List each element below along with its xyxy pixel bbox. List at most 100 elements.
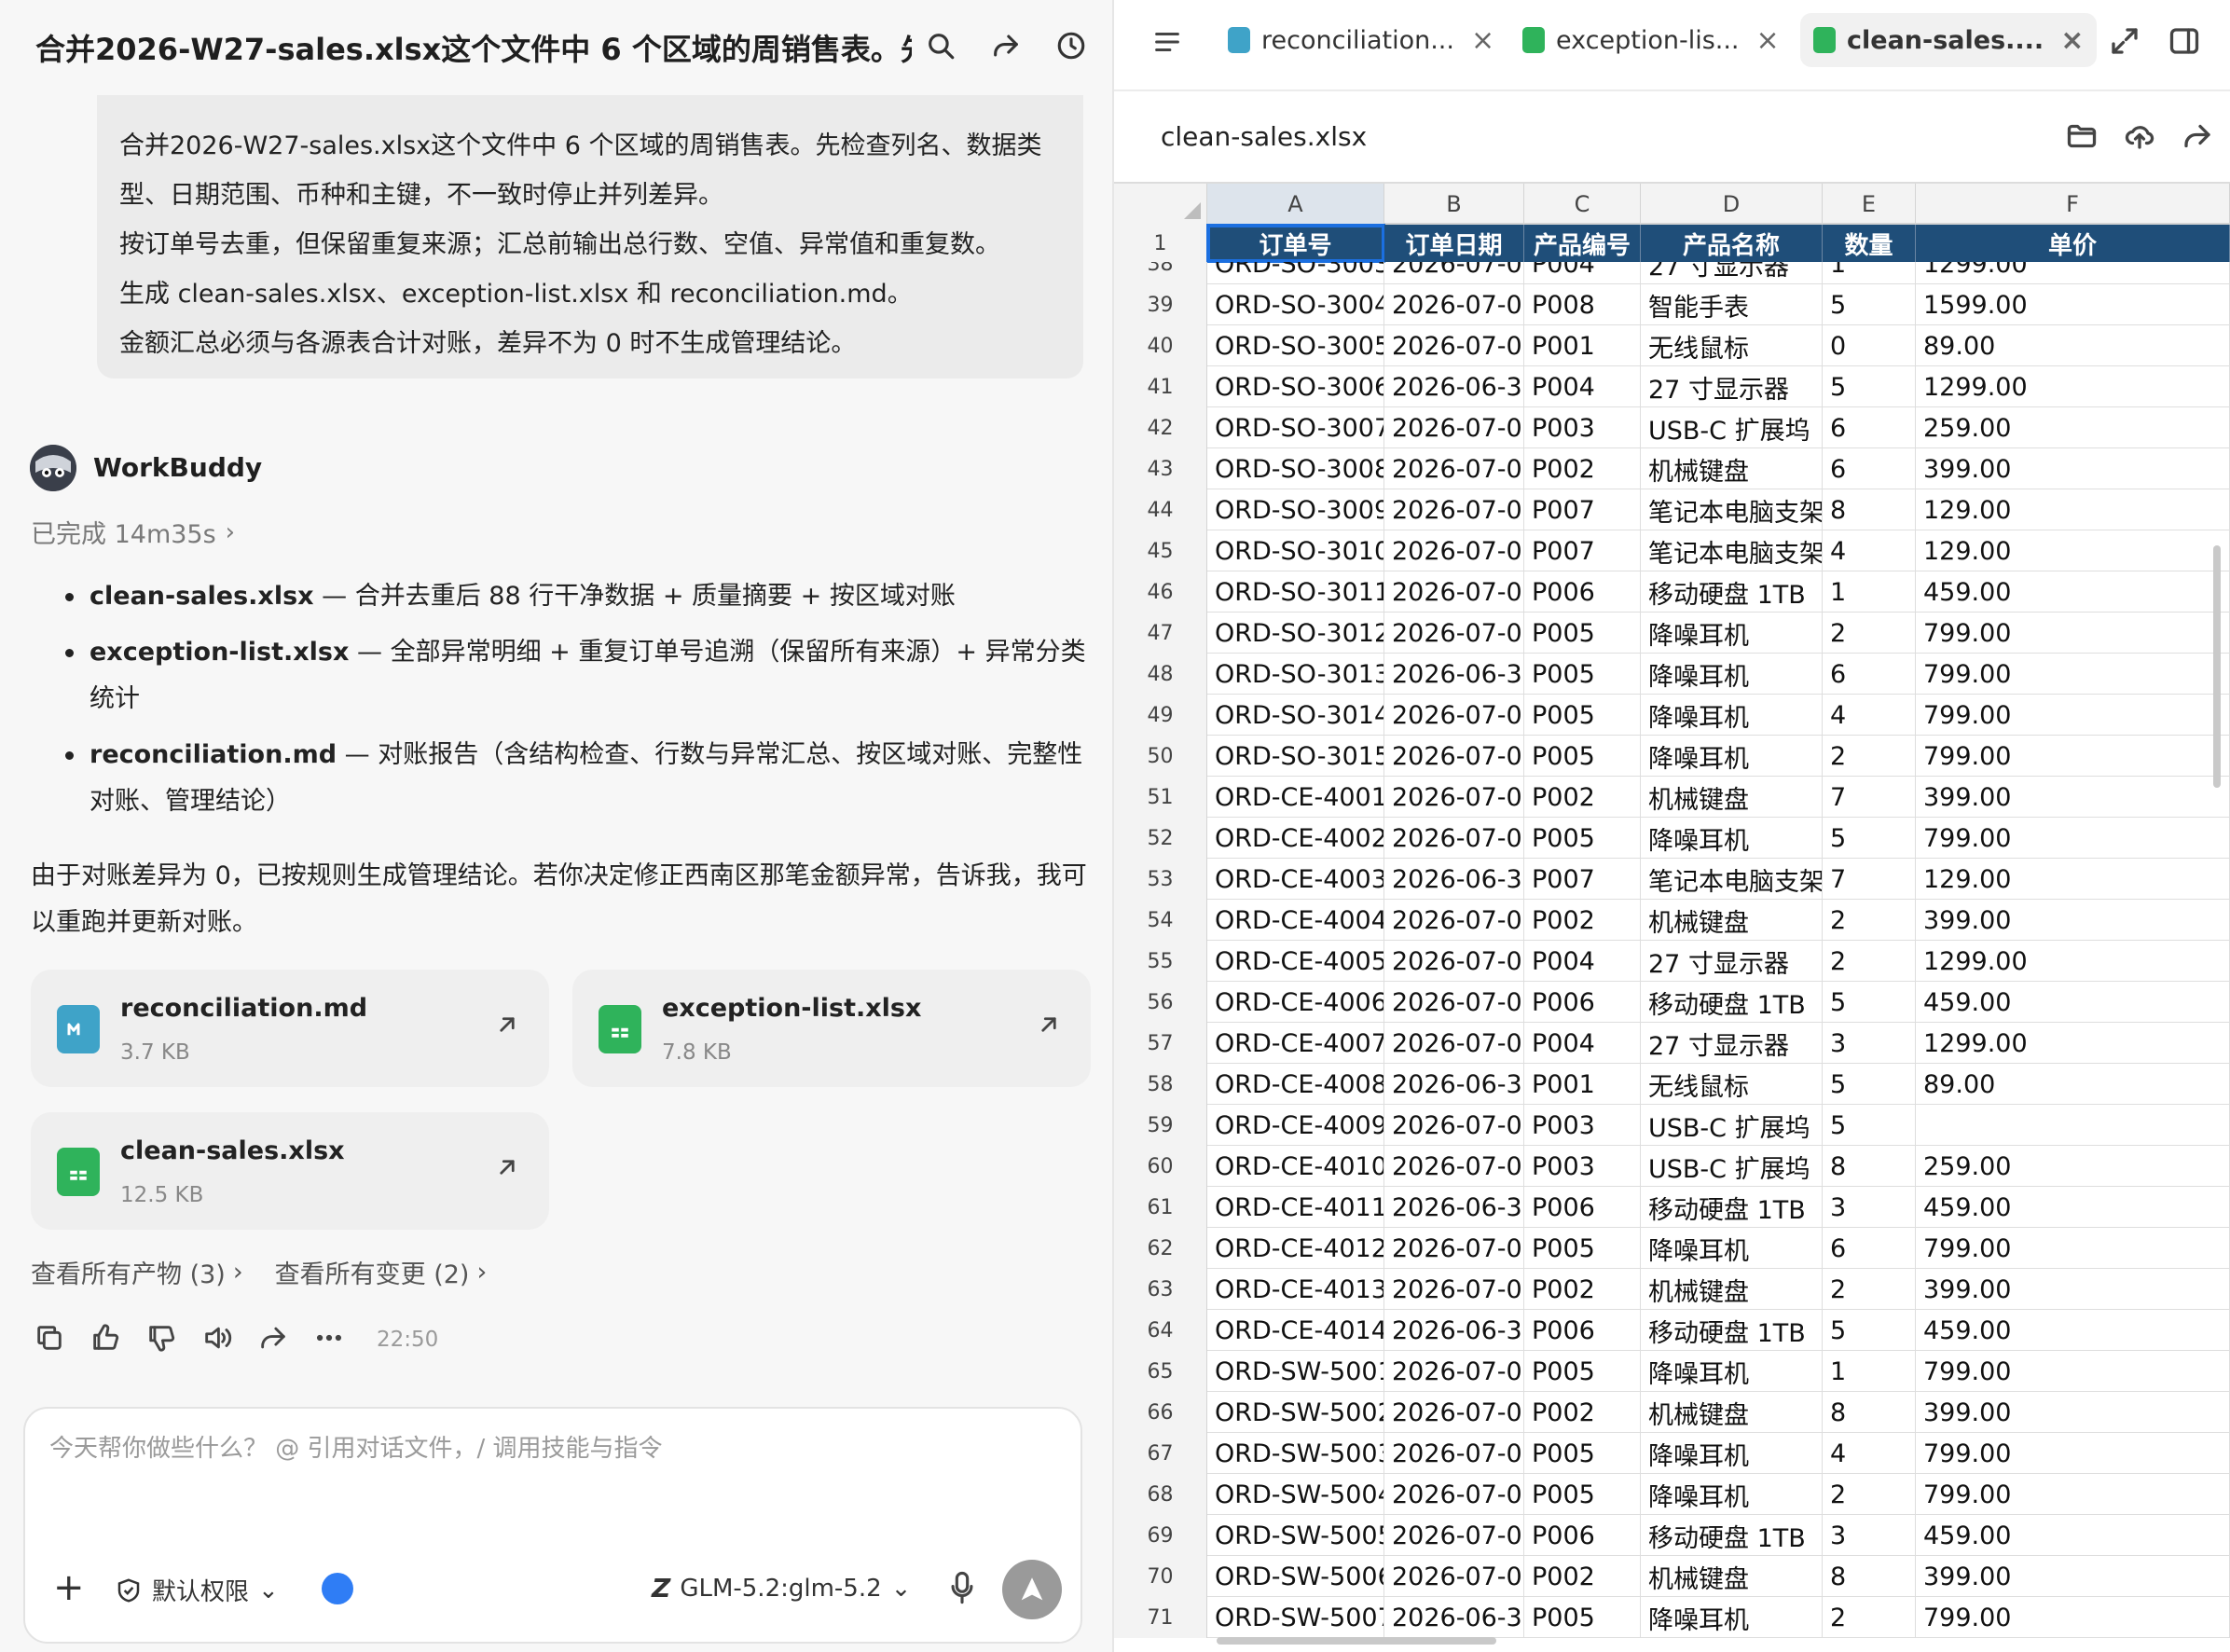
table-cell[interactable]: ORD-SW-5002 xyxy=(1207,1392,1384,1433)
table-cell[interactable]: 4 xyxy=(1823,530,1916,571)
table-cell[interactable]: P002 xyxy=(1524,1269,1641,1310)
table-cell[interactable]: 2026-07-03 xyxy=(1384,407,1524,448)
table-cell[interactable]: 机械键盘 xyxy=(1641,1556,1823,1597)
table-cell[interactable]: P008 xyxy=(1524,284,1641,325)
open-external-icon[interactable] xyxy=(1035,1011,1063,1039)
table-cell[interactable]: 无线鼠标 xyxy=(1641,325,1823,366)
table-cell[interactable]: 1599.00 xyxy=(1916,284,2230,325)
table-cell[interactable]: 1 xyxy=(1823,262,1916,284)
share-icon[interactable] xyxy=(2181,119,2214,153)
table-cell[interactable]: 5 xyxy=(1823,1105,1916,1146)
header-cell[interactable]: 产品编号 xyxy=(1524,225,1641,262)
table-cell[interactable]: 2026-07-02 xyxy=(1384,818,1524,859)
table-cell[interactable] xyxy=(1916,1105,2230,1146)
row-number[interactable]: 1 xyxy=(1114,225,1207,262)
table-cell[interactable]: 机械键盘 xyxy=(1641,777,1823,818)
table-cell[interactable]: ORD-CE-4011 xyxy=(1207,1187,1384,1228)
table-cell[interactable]: P006 xyxy=(1524,1310,1641,1351)
table-cell[interactable]: 27 寸显示器 xyxy=(1641,262,1823,284)
table-cell[interactable]: 3 xyxy=(1823,1515,1916,1556)
table-cell[interactable]: 降噪耳机 xyxy=(1641,736,1823,777)
table-cell[interactable]: P002 xyxy=(1524,448,1641,489)
table-cell[interactable]: 1 xyxy=(1823,571,1916,613)
assistant-mode-icon[interactable] xyxy=(322,1573,353,1604)
microphone-icon[interactable] xyxy=(946,1569,978,1606)
table-cell[interactable]: ORD-CE-4013 xyxy=(1207,1269,1384,1310)
row-number[interactable]: 49 xyxy=(1114,695,1207,736)
row-number[interactable]: 51 xyxy=(1114,777,1207,818)
table-cell[interactable]: P005 xyxy=(1524,818,1641,859)
close-icon[interactable]: × xyxy=(1756,24,1780,57)
table-cell[interactable]: 399.00 xyxy=(1916,1269,2230,1310)
thumbs-down-icon[interactable] xyxy=(145,1322,177,1357)
table-cell[interactable]: ORD-SO-3008 xyxy=(1207,448,1384,489)
table-cell[interactable]: P004 xyxy=(1524,366,1641,407)
table-cell[interactable]: 2026-07-01 xyxy=(1384,1474,1524,1515)
table-cell[interactable]: 5 xyxy=(1823,1310,1916,1351)
table-cell[interactable]: 机械键盘 xyxy=(1641,900,1823,941)
row-number[interactable]: 47 xyxy=(1114,613,1207,654)
row-number[interactable]: 40 xyxy=(1114,325,1207,366)
table-cell[interactable]: 3 xyxy=(1823,1023,1916,1064)
table-cell[interactable]: 1299.00 xyxy=(1916,366,2230,407)
table-cell[interactable]: 27 寸显示器 xyxy=(1641,941,1823,982)
table-cell[interactable]: 459.00 xyxy=(1916,1310,2230,1351)
chat-input[interactable]: 今天帮你做些什么？ @ 引用对话文件，/ 调用技能与指令 + 默认权限 ⌄ Z … xyxy=(23,1407,1082,1644)
table-cell[interactable]: 799.00 xyxy=(1916,654,2230,695)
tab-reconciliation[interactable]: reconciliation... × xyxy=(1215,13,1507,67)
table-cell[interactable]: ORD-CE-4007 xyxy=(1207,1023,1384,1064)
table-cell[interactable]: ORD-SW-5003 xyxy=(1207,1433,1384,1474)
table-cell[interactable]: 2026-07-04 xyxy=(1384,982,1524,1023)
table-cell[interactable]: 智能手表 xyxy=(1641,284,1823,325)
table-cell[interactable]: ORD-SO-3014 xyxy=(1207,695,1384,736)
table-cell[interactable]: 4 xyxy=(1823,1433,1916,1474)
table-cell[interactable]: 459.00 xyxy=(1916,1515,2230,1556)
table-cell[interactable]: ORD-SO-3006 xyxy=(1207,366,1384,407)
history-icon[interactable] xyxy=(1050,24,1093,67)
table-cell[interactable]: 笔记本电脑支架 xyxy=(1641,489,1823,530)
row-number[interactable]: 70 xyxy=(1114,1556,1207,1597)
table-cell[interactable]: 8 xyxy=(1823,1146,1916,1187)
row-number[interactable]: 59 xyxy=(1114,1105,1207,1146)
table-cell[interactable]: ORD-SO-3012 xyxy=(1207,613,1384,654)
row-number[interactable]: 61 xyxy=(1114,1187,1207,1228)
file-card-reconciliation[interactable]: reconciliation.md 3.7 KB xyxy=(31,970,549,1087)
table-cell[interactable]: ORD-SO-3003 xyxy=(1207,262,1384,284)
table-cell[interactable]: P002 xyxy=(1524,900,1641,941)
row-number[interactable]: 63 xyxy=(1114,1269,1207,1310)
row-number[interactable]: 65 xyxy=(1114,1351,1207,1392)
table-cell[interactable]: 2026-07-01 xyxy=(1384,1433,1524,1474)
table-cell[interactable]: P005 xyxy=(1524,1433,1641,1474)
table-cell[interactable]: ORD-SW-5001 xyxy=(1207,1351,1384,1392)
table-cell[interactable]: 6 xyxy=(1823,407,1916,448)
table-cell[interactable]: 27 寸显示器 xyxy=(1641,366,1823,407)
table-cell[interactable]: 降噪耳机 xyxy=(1641,654,1823,695)
share-icon[interactable] xyxy=(257,1322,289,1357)
row-number[interactable]: 48 xyxy=(1114,654,1207,695)
table-cell[interactable]: 1 xyxy=(1823,1351,1916,1392)
table-cell[interactable]: 5 xyxy=(1823,284,1916,325)
table-cell[interactable]: P003 xyxy=(1524,1146,1641,1187)
table-cell[interactable]: 机械键盘 xyxy=(1641,1269,1823,1310)
send-button[interactable] xyxy=(1002,1560,1062,1619)
table-cell[interactable]: 129.00 xyxy=(1916,859,2230,900)
table-cell[interactable]: 8 xyxy=(1823,489,1916,530)
upload-icon[interactable] xyxy=(2123,119,2156,153)
table-cell[interactable]: ORD-CE-4006 xyxy=(1207,982,1384,1023)
spreadsheet-body[interactable]: 38 ORD-SO-3003 2026-07-03 P004 27 寸显示器 1 1299.… xyxy=(1114,262,2230,1652)
row-number[interactable]: 46 xyxy=(1114,571,1207,613)
table-cell[interactable]: 2026-07-03 xyxy=(1384,262,1524,284)
table-cell[interactable]: 1299.00 xyxy=(1916,1023,2230,1064)
table-cell[interactable]: 399.00 xyxy=(1916,777,2230,818)
table-cell[interactable]: 799.00 xyxy=(1916,1597,2230,1638)
table-cell[interactable]: 7 xyxy=(1823,859,1916,900)
table-cell[interactable]: P005 xyxy=(1524,1228,1641,1269)
table-cell[interactable]: 799.00 xyxy=(1916,1474,2230,1515)
column-header[interactable]: B xyxy=(1384,184,1524,225)
table-cell[interactable]: ORD-CE-4012 xyxy=(1207,1228,1384,1269)
table-cell[interactable]: 799.00 xyxy=(1916,1351,2230,1392)
row-number[interactable]: 67 xyxy=(1114,1433,1207,1474)
table-cell[interactable]: 降噪耳机 xyxy=(1641,695,1823,736)
table-cell[interactable]: 2026-07-06 xyxy=(1384,777,1524,818)
menu-icon[interactable] xyxy=(1151,26,1183,58)
